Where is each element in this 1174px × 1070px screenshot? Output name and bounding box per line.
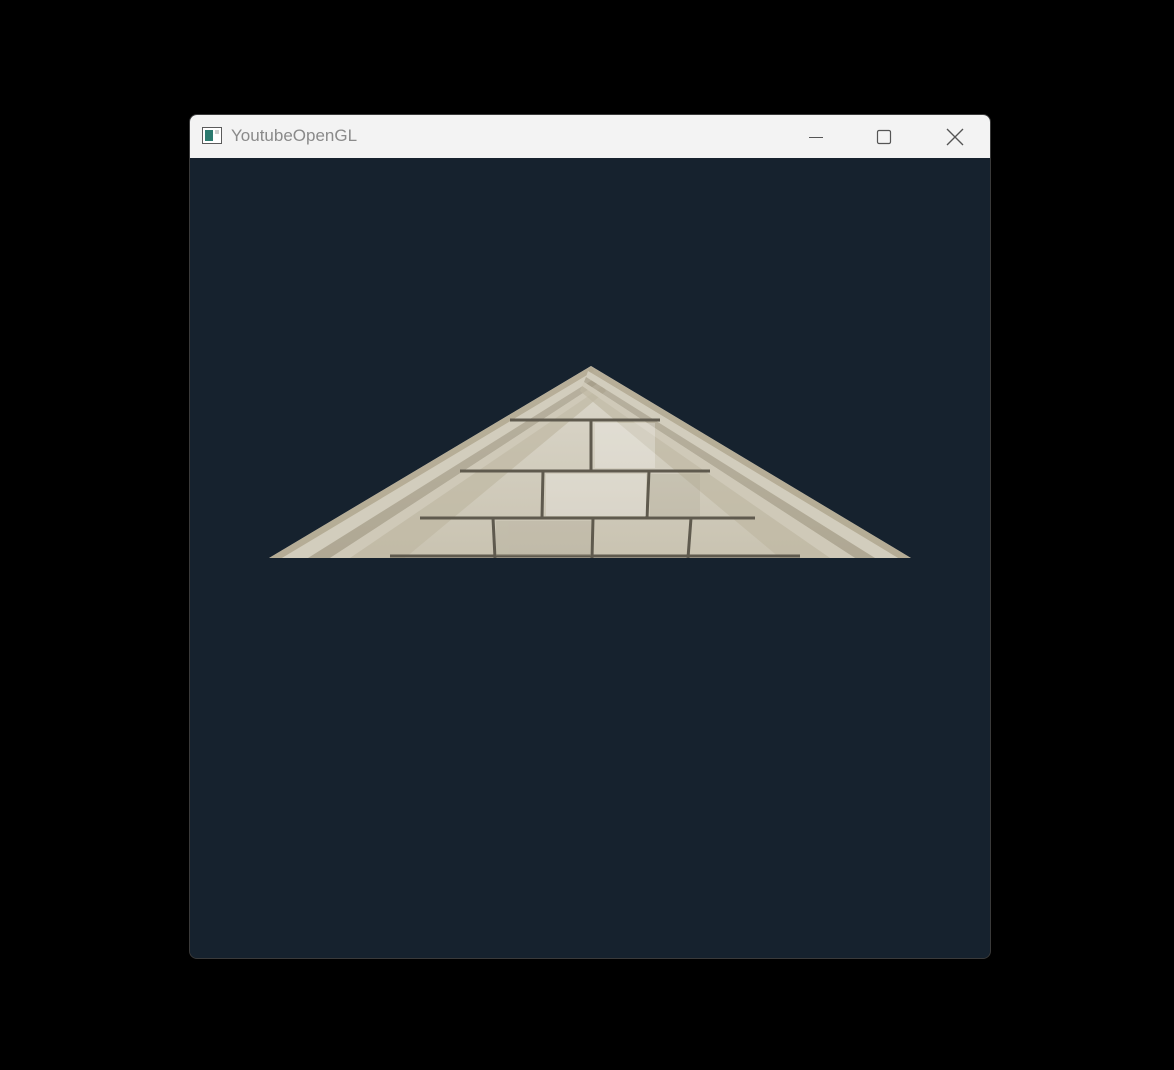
minimize-button[interactable] xyxy=(793,115,839,158)
app-window: YoutubeOpenGL xyxy=(189,114,991,959)
maximize-button[interactable] xyxy=(861,115,907,158)
app-icon xyxy=(202,127,222,144)
window-title: YoutubeOpenGL xyxy=(231,126,358,145)
close-button[interactable] xyxy=(932,115,978,158)
scene-canvas xyxy=(269,366,911,558)
textured-triangle xyxy=(269,366,911,558)
opengl-viewport[interactable] xyxy=(190,158,990,958)
minimize-icon xyxy=(809,136,823,138)
close-icon xyxy=(946,128,964,145)
title-bar[interactable]: YoutubeOpenGL xyxy=(190,115,990,158)
maximize-icon xyxy=(876,129,892,144)
